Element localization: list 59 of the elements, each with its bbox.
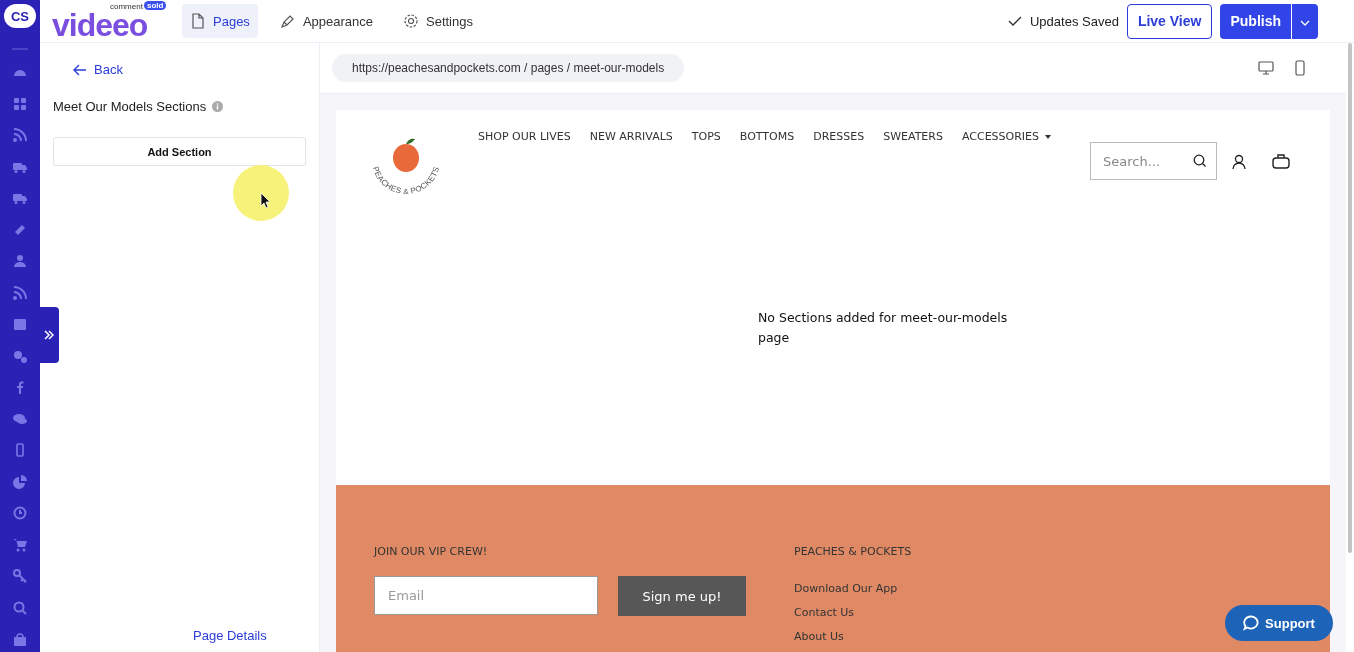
rss-icon[interactable] — [13, 285, 27, 300]
box-icon[interactable] — [13, 317, 27, 331]
page-details-link[interactable]: Page Details — [193, 628, 267, 643]
store-nav-link[interactable]: DRESSES — [813, 130, 865, 143]
user-icon[interactable] — [13, 254, 27, 268]
address-field[interactable]: https://peachesandpockets.com / pages / meet-our-models — [332, 54, 685, 82]
support-button[interactable]: Support — [1225, 605, 1333, 641]
double-chevron-icon — [43, 330, 54, 340]
store-nav-link[interactable]: NEW ARRIVALS — [589, 130, 673, 143]
cart-icon[interactable] — [13, 537, 27, 552]
pie-icon[interactable] — [13, 474, 27, 489]
nav-tab[interactable]: Appearance — [271, 4, 381, 38]
publish-menu-button[interactable] — [1292, 3, 1318, 39]
chevron-down-icon — [1300, 19, 1310, 26]
back-link[interactable]: Back — [73, 62, 123, 77]
mobile-icon[interactable] — [1294, 60, 1306, 76]
footer-link[interactable]: About Us — [794, 630, 912, 643]
search-icon[interactable] — [1193, 154, 1207, 168]
grid-icon[interactable] — [13, 96, 27, 111]
footer-link[interactable]: Contact Us — [794, 606, 912, 619]
live-view-button[interactable]: Live View — [1126, 3, 1213, 39]
footer-heading: JOIN OUR VIP CREW! — [374, 545, 489, 558]
page-icon — [190, 13, 206, 29]
nav-tab[interactable]: Pages — [182, 4, 258, 38]
settings-icon — [403, 13, 419, 29]
store-nav-link[interactable]: BOTTOMS — [739, 130, 795, 143]
empty-message: No Sections added for meet-our-models page — [758, 309, 1009, 347]
phone-icon[interactable] — [13, 443, 27, 457]
tag-icon[interactable] — [13, 222, 27, 237]
email-field[interactable]: Email — [374, 576, 598, 615]
clock-icon[interactable] — [13, 506, 27, 520]
store-search-field[interactable]: Search... — [1090, 142, 1217, 180]
save-status: Updates Saved — [1029, 13, 1119, 29]
store-nav-link[interactable]: TOPS — [691, 130, 721, 143]
truck-icon[interactable] — [13, 191, 27, 205]
bag-icon[interactable] — [1272, 153, 1290, 169]
desktop-icon[interactable] — [1258, 61, 1274, 75]
account-icon[interactable] — [1232, 154, 1246, 170]
chat-icon[interactable] — [13, 411, 27, 426]
arrow-left-icon — [73, 63, 87, 76]
key-icon[interactable] — [13, 569, 27, 583]
footer-link[interactable]: Download Our App — [794, 582, 912, 595]
add-section-button[interactable]: Add Section — [53, 137, 306, 166]
panel-title: Meet Our Models Sections — [53, 99, 207, 114]
publish-button[interactable]: Publish — [1220, 3, 1291, 39]
checkmark-icon — [1007, 15, 1022, 27]
expand-button[interactable] — [38, 307, 59, 363]
pen-icon — [279, 13, 296, 29]
store-nav-link[interactable]: ACCESSORIES — [961, 130, 1052, 143]
nav-tab[interactable]: Settings — [395, 4, 481, 38]
rss-icon[interactable] — [13, 128, 27, 142]
info-icon[interactable] — [212, 101, 224, 112]
store-nav-link[interactable]: SHOP OUR LIVES — [478, 130, 571, 143]
store-nav-link[interactable]: SWEATERS — [883, 130, 943, 143]
app-badge[interactable]: CS — [4, 4, 36, 28]
cursor-highlight — [232, 164, 290, 222]
footer-heading: PEACHES & POCKETS — [794, 545, 912, 558]
chat-icon — [1243, 615, 1260, 631]
sign-up-button[interactable]: Sign me up! — [618, 576, 746, 616]
